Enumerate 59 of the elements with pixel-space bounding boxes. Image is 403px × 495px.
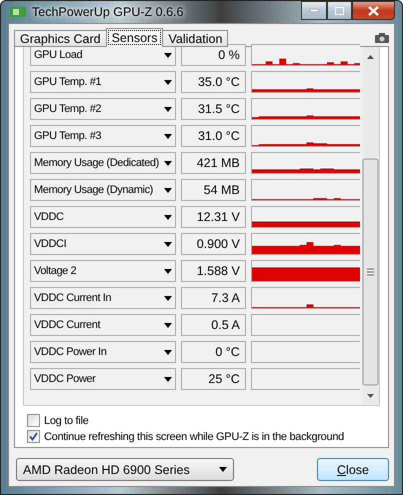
app-icon [10,6,26,18]
caret-icon [164,160,172,166]
window-title: TechPowerUp GPU-Z 0.6.6 [32,5,184,19]
sensor-value: 0 °C [181,341,246,363]
sensor-value: 35.0 °C [181,71,246,93]
caret-icon [164,134,172,138]
check-icon [29,432,38,441]
sensor-dropdown[interactable]: VDDC Power In [30,341,176,363]
tab[interactable]: Graphics Card [14,30,107,47]
tab[interactable]: Sensors [106,28,164,47]
scrollbar[interactable] [362,47,379,405]
caret-icon [164,242,172,246]
sensor-dropdown[interactable]: Memory Usage (Dynamic) [30,179,176,201]
caret-icon [164,188,172,192]
sensor-value: 7.3 A [181,287,246,309]
sensor-dropdown[interactable]: GPU Temp. #3 [30,125,176,147]
sensor-dropdown[interactable]: GPU Temp. #1 [30,71,176,93]
sensor-value: 12.31 V [181,206,246,228]
maximize-button[interactable] [327,1,352,20]
close-dialog-button[interactable]: Close [317,458,389,481]
sensor-dropdown[interactable]: VDDC Current In [30,287,176,309]
minimize-button[interactable] [301,1,327,20]
sensor-dropdown[interactable]: VDDC Current [30,314,176,336]
device-dropdown[interactable]: AMD Radeon HD 6900 Series [16,458,234,481]
tab[interactable]: Validation [162,30,228,47]
sensor-dropdown[interactable]: VDDCI [30,233,176,255]
checkbox-label: Continue refreshing this screen while GPU-Z is in the background [44,430,344,442]
sensor-dropdown[interactable]: GPU Temp. #2 [30,98,176,120]
caret-icon [164,376,172,382]
minimize-icon [310,9,318,12]
checkbox[interactable] [27,430,40,443]
sensor-value: 25 °C [181,368,246,390]
caret-icon [164,350,172,354]
maximize-icon [335,6,344,14]
sensor-value: 421 MB [181,152,246,174]
sensor-dropdown[interactable]: VDDC [30,206,176,228]
caret-icon [164,296,172,300]
close-icon [368,6,379,16]
sensor-value: 54 MB [181,179,246,201]
sensor-dropdown[interactable]: VDDC Power [30,368,176,390]
sensor-value: 0 % [181,44,246,66]
caret-icon [164,322,172,328]
sensor-value: 0.5 A [181,314,246,336]
sensor-value: 31.0 °C [181,125,246,147]
sensor-value: 0.900 V [181,233,246,255]
caret-icon [164,52,172,58]
sensor-dropdown[interactable]: Memory Usage (Dedicated) [30,152,176,174]
close-button[interactable] [352,1,395,20]
caret-icon [164,214,172,220]
sensor-value: 31.5 °C [181,98,246,120]
caret-icon [164,268,172,274]
camera-icon[interactable] [375,33,389,43]
sensor-value: 1.588 V [181,260,246,282]
checkbox-label: Log to file [44,414,88,426]
caret-icon [164,106,172,112]
sensor-dropdown[interactable]: Voltage 2 [30,260,176,282]
caret-icon [164,80,172,84]
checkbox[interactable] [27,414,40,427]
caret-icon [219,467,227,472]
